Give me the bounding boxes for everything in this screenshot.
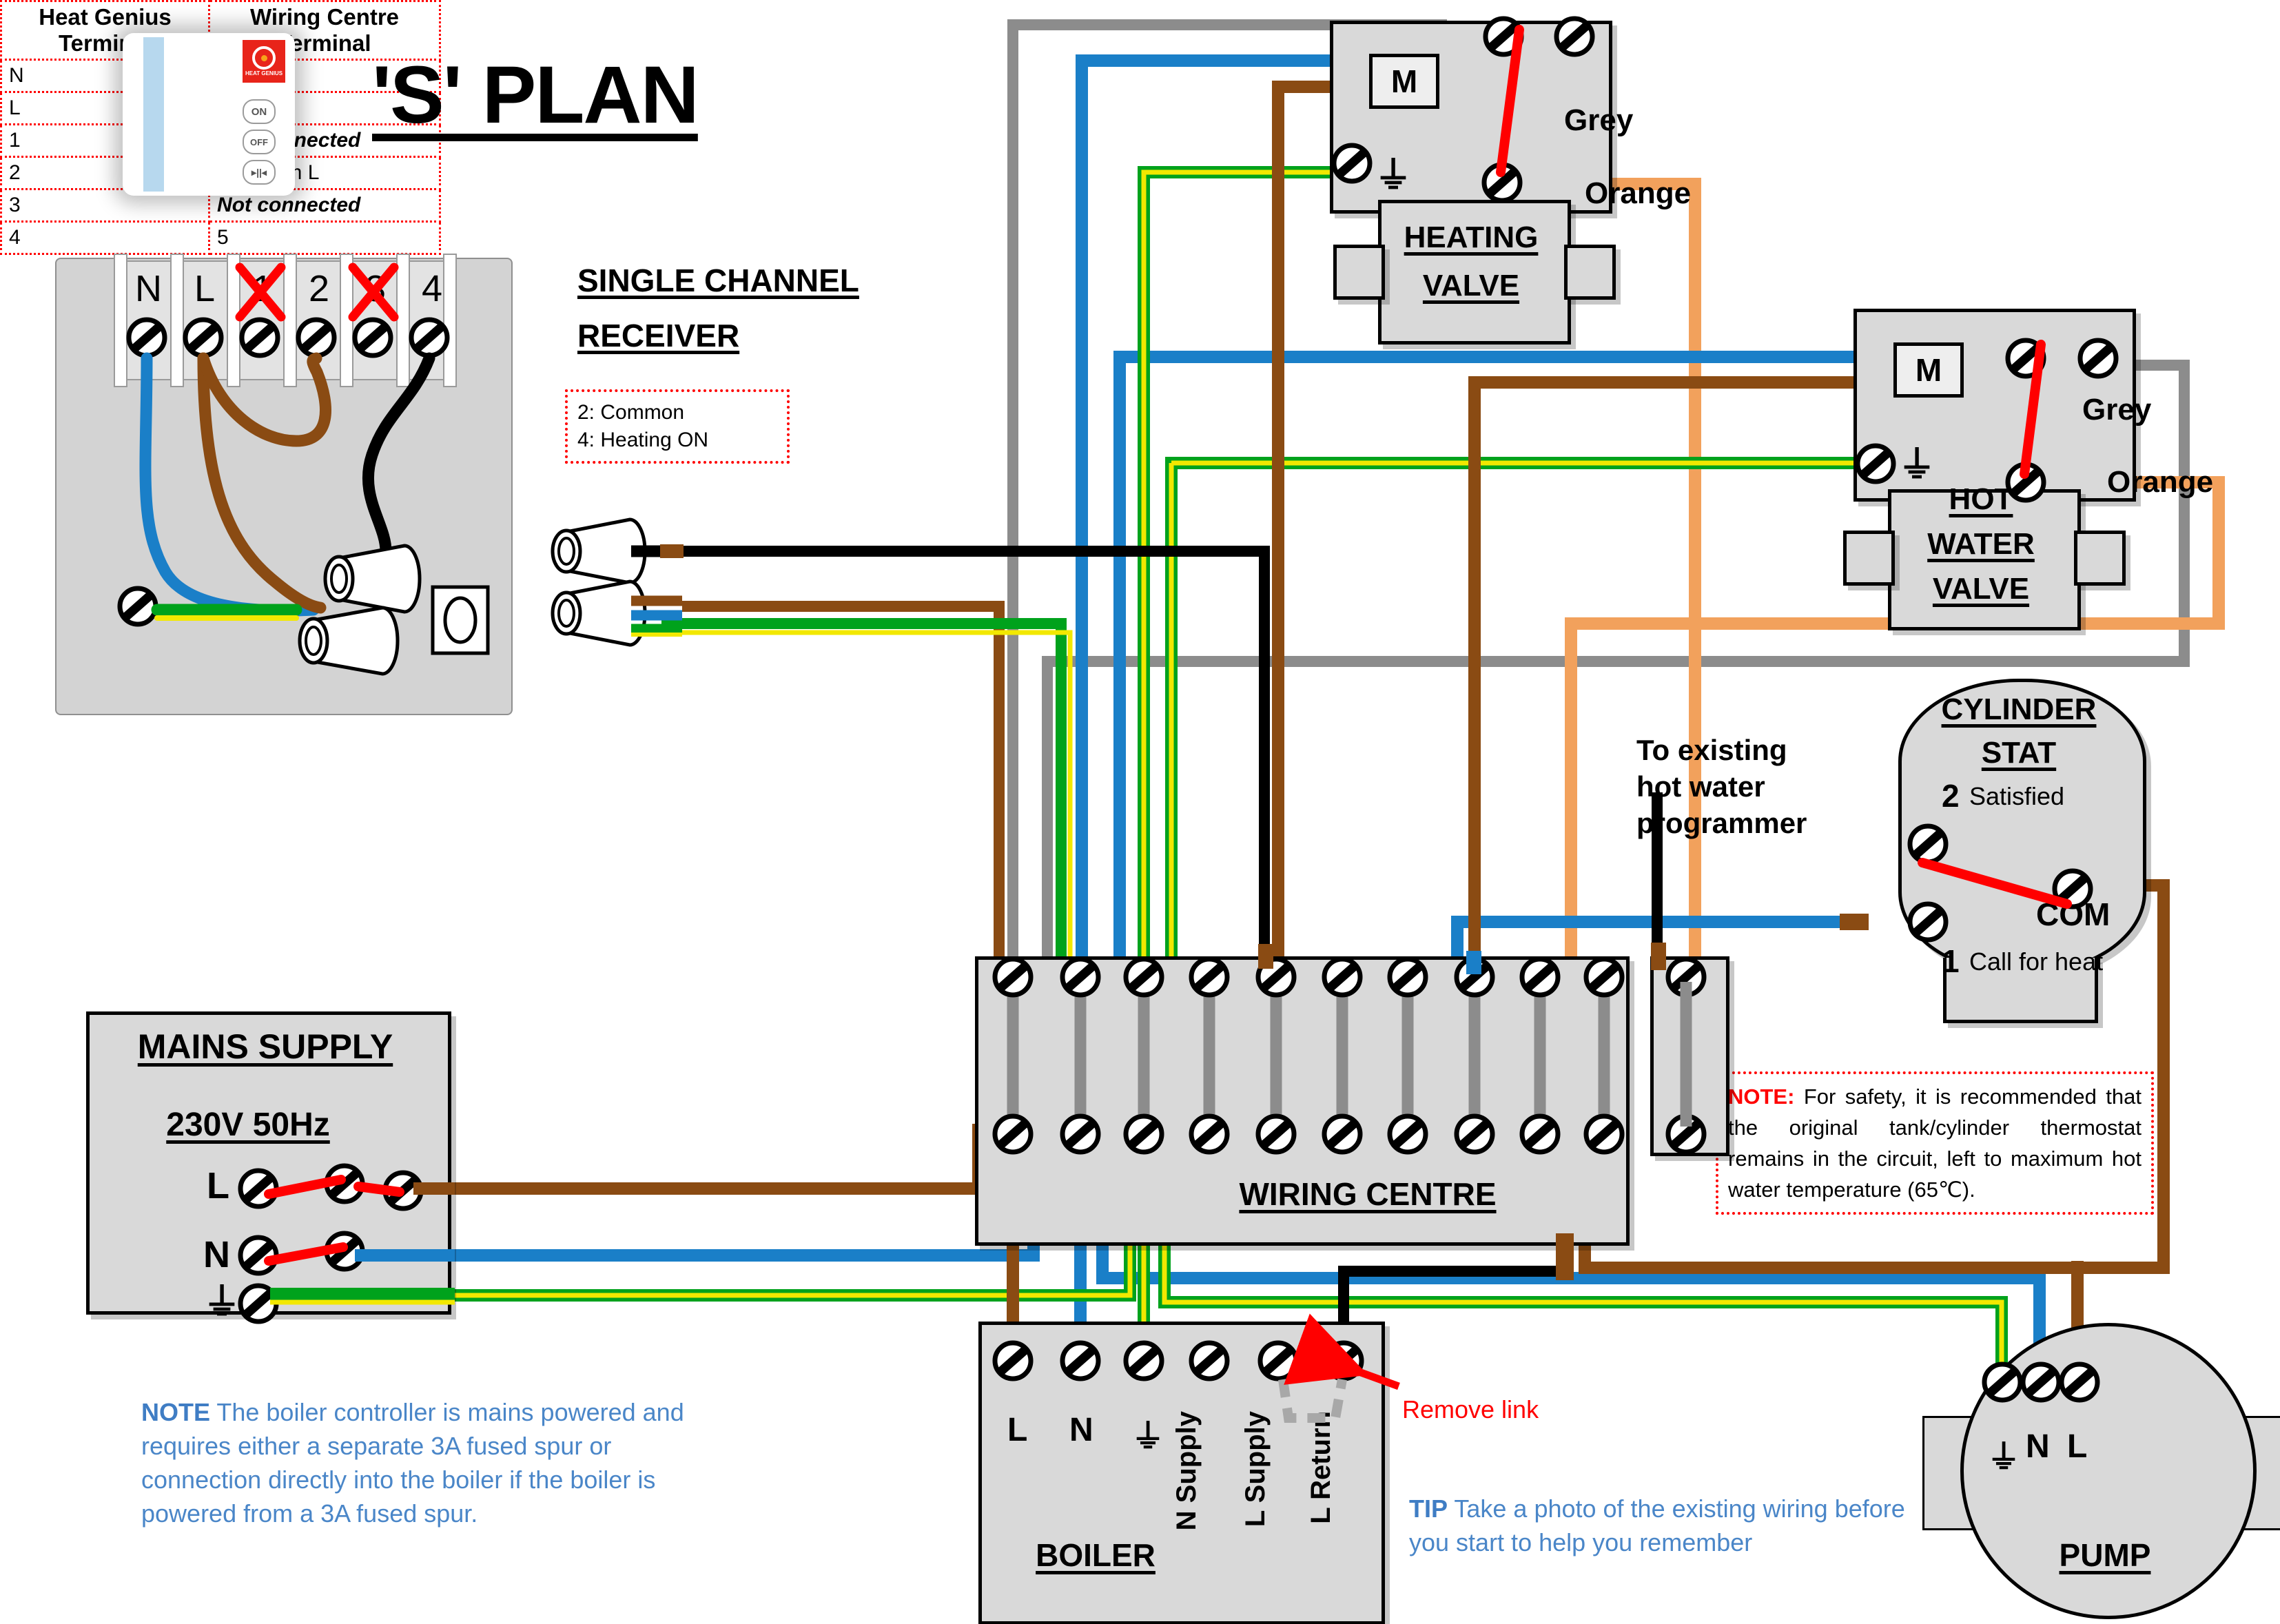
cylinder-stat-red-link: [1918, 858, 2072, 909]
boiler-removable-link: [1278, 1378, 1347, 1423]
wiring-diagram-canvas: 'S' PLAN HEAT GENIUS ON OFF ▸||◂ N L 1 2…: [0, 0, 2280, 1624]
hot-water-valve-screws: [1858, 340, 2116, 500]
receiver-wire-nuts: [298, 544, 490, 676]
component-detail-layer: [0, 0, 2280, 1423]
pump-screws: [1984, 1364, 2097, 1400]
receiver-crossed-terminals: [235, 263, 399, 322]
free-wire-nuts: [551, 517, 684, 647]
heating-valve-screws: [1334, 19, 1592, 201]
boiler-screws: [995, 1343, 1362, 1379]
spur-box-screws: [1668, 959, 1704, 1152]
remove-link-arrow: [1284, 1313, 1400, 1390]
wiring-centre-terminals: [995, 959, 1622, 1152]
